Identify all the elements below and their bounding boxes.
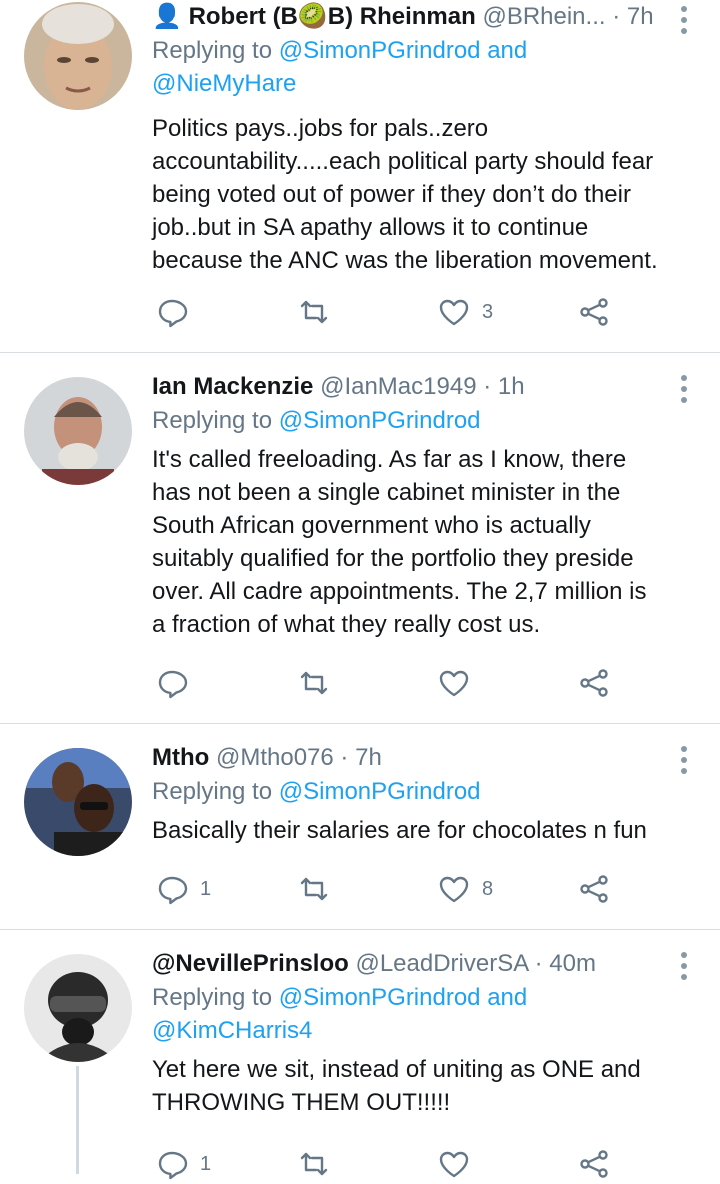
- separator: ·: [340, 744, 349, 771]
- more-options-icon[interactable]: [680, 6, 688, 39]
- reply-icon: [158, 876, 188, 905]
- reply-count: 1: [200, 877, 212, 900]
- reply-mentions-2[interactable]: @KimCHarris4: [152, 1017, 312, 1044]
- share-icon: [580, 298, 608, 326]
- person-icon: 👤: [152, 3, 182, 30]
- tweet-4[interactable]: @NevillePrinsloo @LeadDriverSA · 40m Rep…: [0, 930, 720, 1180]
- timestamp[interactable]: 1h: [498, 373, 525, 400]
- separator: ·: [483, 373, 492, 400]
- avatar[interactable]: [24, 377, 132, 485]
- share-icon: [580, 875, 608, 903]
- retweet-icon: [300, 671, 328, 695]
- tweet-text: Yet here we sit, instead of uniting as O…: [152, 1056, 641, 1116]
- replying-to: Replying to @SimonPGrindrod: [152, 404, 664, 437]
- reply-icon: [158, 299, 188, 328]
- reply-mentions[interactable]: @SimonPGrindrod and: [279, 37, 527, 64]
- tweet-actions: 18: [152, 869, 622, 909]
- retweet-button[interactable]: [298, 292, 330, 332]
- like-button[interactable]: 8: [438, 869, 493, 909]
- share-button[interactable]: [578, 1144, 610, 1184]
- tweet-header: Ian Mackenzie @IanMac1949 · 1h: [152, 370, 664, 404]
- tweet-actions: [152, 663, 622, 703]
- retweet-icon: [300, 877, 328, 901]
- reply-mentions[interactable]: @SimonPGrindrod and: [279, 984, 527, 1011]
- replying-to-label: Replying to: [152, 984, 273, 1011]
- reply-icon: [158, 1151, 188, 1180]
- replying-to-label: Replying to: [152, 778, 273, 805]
- avatar[interactable]: [24, 954, 132, 1062]
- timestamp[interactable]: 40m: [549, 950, 596, 977]
- tweet-header: Mtho @Mtho076 · 7h: [152, 741, 664, 775]
- like-button[interactable]: 3: [438, 292, 493, 332]
- like-count: 3: [482, 300, 494, 323]
- more-options-icon[interactable]: [680, 746, 688, 779]
- share-button[interactable]: [578, 869, 610, 909]
- separator: ·: [612, 3, 621, 30]
- like-icon: [439, 1151, 469, 1178]
- thread-line: [76, 1066, 79, 1174]
- timestamp[interactable]: 7h: [627, 3, 654, 30]
- display-name[interactable]: Robert (B🥝B) Rheinman: [189, 3, 476, 30]
- tweet-actions: 1: [152, 1144, 622, 1184]
- display-name[interactable]: Mtho: [152, 744, 209, 771]
- retweet-button[interactable]: [298, 869, 330, 909]
- tweet-3[interactable]: Mtho @Mtho076 · 7h Replying to @SimonPGr…: [0, 724, 720, 929]
- replying-to: Replying to @SimonPGrindrod and @NieMyHa…: [152, 34, 664, 100]
- display-name[interactable]: Ian Mackenzie: [152, 373, 313, 400]
- tweet-text: Basically their salaries are for chocola…: [152, 817, 647, 844]
- more-options-icon[interactable]: [680, 952, 688, 985]
- like-icon: [439, 670, 469, 697]
- separator: ·: [534, 950, 543, 977]
- retweet-icon: [300, 300, 328, 324]
- tweet-text: It's called freeloading. As far as I kno…: [152, 446, 647, 638]
- share-button[interactable]: [578, 292, 610, 332]
- share-icon: [580, 669, 608, 697]
- reply-mentions-2[interactable]: @NieMyHare: [152, 70, 296, 97]
- like-icon: [439, 876, 469, 903]
- user-handle[interactable]: @Mtho076: [216, 744, 334, 771]
- replying-to: Replying to @SimonPGrindrod and @KimCHar…: [152, 981, 664, 1047]
- share-button[interactable]: [578, 663, 610, 703]
- reply-mentions[interactable]: @SimonPGrindrod: [279, 778, 481, 805]
- like-icon: [439, 299, 469, 326]
- replying-to-label: Replying to: [152, 37, 273, 64]
- tweet-header: 👤 Robert (B🥝B) Rheinman @BRhein... · 7h: [152, 0, 664, 34]
- share-icon: [580, 1150, 608, 1178]
- avatar[interactable]: [24, 748, 132, 856]
- timestamp[interactable]: 7h: [355, 744, 382, 771]
- tweet-text: Politics pays..jobs for pals..zero accou…: [152, 115, 658, 274]
- retweet-icon: [300, 1152, 328, 1176]
- reply-button[interactable]: [156, 292, 200, 332]
- display-name[interactable]: @NevillePrinsloo: [152, 950, 349, 977]
- retweet-button[interactable]: [298, 1144, 330, 1184]
- more-options-icon[interactable]: [680, 375, 688, 408]
- tweet-actions: 3: [152, 292, 622, 332]
- user-handle[interactable]: @BRhein...: [482, 3, 605, 30]
- retweet-button[interactable]: [298, 663, 330, 703]
- like-button[interactable]: [438, 663, 482, 703]
- reply-button[interactable]: 1: [156, 869, 211, 909]
- tweet-2[interactable]: Ian Mackenzie @IanMac1949 · 1h Replying …: [0, 353, 720, 723]
- reply-mentions[interactable]: @SimonPGrindrod: [279, 407, 481, 434]
- tweet-header: @NevillePrinsloo @LeadDriverSA · 40m: [152, 947, 664, 981]
- reply-icon: [158, 670, 188, 699]
- avatar[interactable]: [24, 2, 132, 110]
- replying-to-label: Replying to: [152, 407, 273, 434]
- reply-button[interactable]: 1: [156, 1144, 211, 1184]
- reply-count: 1: [200, 1152, 212, 1175]
- like-button[interactable]: [438, 1144, 482, 1184]
- reply-button[interactable]: [156, 663, 200, 703]
- tweet-1[interactable]: 👤 Robert (B🥝B) Rheinman @BRhein... · 7h …: [0, 0, 720, 352]
- replying-to: Replying to @SimonPGrindrod: [152, 775, 664, 808]
- like-count: 8: [482, 877, 494, 900]
- user-handle[interactable]: @IanMac1949: [320, 373, 476, 400]
- user-handle[interactable]: @LeadDriverSA: [355, 950, 527, 977]
